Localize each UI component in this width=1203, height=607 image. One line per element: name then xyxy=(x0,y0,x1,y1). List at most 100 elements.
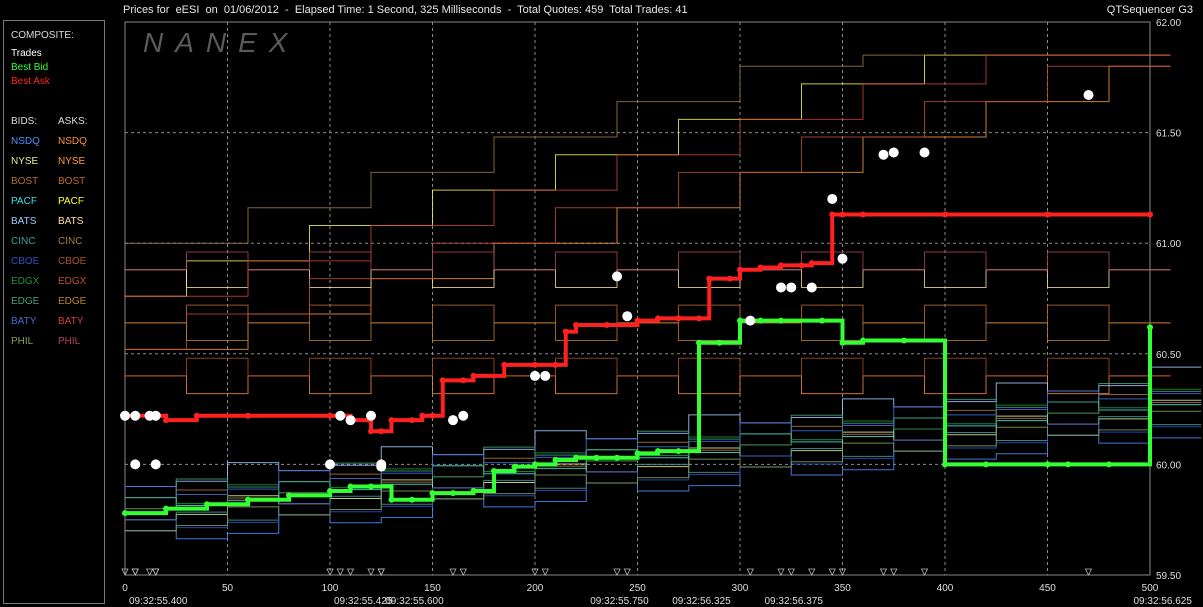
best-bid-point xyxy=(368,483,374,490)
best-ask-point xyxy=(942,211,948,218)
trade-point xyxy=(376,461,387,472)
trade-point xyxy=(919,147,930,158)
best-bid-point xyxy=(1044,461,1051,468)
best-ask-point xyxy=(419,412,426,419)
trade-point xyxy=(325,459,335,470)
best-bid-point xyxy=(634,450,641,457)
price-chart: NANEX 0 50 100 150 200 250 300 350 400 450 500 62.00… xyxy=(120,18,1202,607)
x-tick-label: 450 xyxy=(1039,583,1056,594)
trade-point xyxy=(612,271,622,282)
x-tick-label: 100 xyxy=(322,583,339,594)
best-ask-point xyxy=(829,211,836,218)
best-ask-point xyxy=(193,412,200,419)
best-ask-point xyxy=(409,417,415,424)
best-bid-point xyxy=(819,317,825,324)
best-ask-point xyxy=(1147,211,1153,218)
best-ask-point xyxy=(706,275,713,282)
best-ask-point xyxy=(603,322,610,329)
trade-point xyxy=(366,410,376,421)
best-ask-point xyxy=(327,412,333,419)
best-ask-point xyxy=(757,264,764,271)
best-bid-point xyxy=(696,339,702,346)
best-ask-point xyxy=(726,275,733,282)
x-tick-label: 300 xyxy=(732,583,749,594)
best-bid-point xyxy=(450,490,456,497)
best-ask-point xyxy=(737,266,743,273)
best-ask-point xyxy=(460,377,467,384)
best-ask-point xyxy=(808,260,815,267)
best-bid-point xyxy=(839,339,846,346)
best-ask-point xyxy=(245,412,251,419)
time-label: 09:32:55.750 xyxy=(590,596,649,607)
x-tick-label: 400 xyxy=(937,583,954,594)
trade-point xyxy=(1083,89,1094,100)
best-bid-point xyxy=(737,317,743,324)
best-bid-point xyxy=(470,487,477,494)
best-ask-point xyxy=(388,417,395,424)
best-bid-point xyxy=(388,496,395,503)
best-ask-point xyxy=(378,428,385,435)
trade-point xyxy=(345,415,356,426)
time-label: 09:32:55.425 xyxy=(334,596,393,607)
best-ask-point xyxy=(675,315,682,322)
best-ask-point xyxy=(439,377,446,384)
best-ask-point xyxy=(696,315,702,322)
y-tick-label: 59.50 xyxy=(1156,571,1181,582)
y-tick-label: 61.50 xyxy=(1156,129,1181,140)
best-bid-point xyxy=(532,461,538,468)
best-bid-point xyxy=(593,454,600,461)
y-tick-label: 60.00 xyxy=(1156,460,1181,471)
best-ask-point xyxy=(552,361,559,368)
trade-point xyxy=(150,410,161,421)
x-tick-label: 150 xyxy=(424,583,441,594)
best-ask-point xyxy=(655,315,661,322)
best-ask-point xyxy=(368,428,374,435)
y-tick-label: 62.00 xyxy=(1156,18,1181,29)
best-bid-point xyxy=(983,461,989,468)
trade-point xyxy=(878,149,889,160)
best-ask-point xyxy=(573,322,579,329)
best-bid-point xyxy=(901,337,907,344)
trade-point xyxy=(335,410,346,421)
best-bid-point xyxy=(942,461,948,468)
best-bid-point xyxy=(429,490,436,497)
best-bid-point xyxy=(614,454,620,461)
x-tick-label: 350 xyxy=(834,583,851,594)
best-ask-point xyxy=(860,211,866,218)
x-tick-label: 200 xyxy=(527,583,544,594)
best-bid-point xyxy=(778,317,784,324)
best-bid-point xyxy=(409,496,415,503)
best-bid-point xyxy=(1147,324,1153,331)
trade-point xyxy=(448,415,458,426)
trade-point xyxy=(837,253,848,264)
trade-point xyxy=(530,370,540,381)
trade-point xyxy=(540,370,551,381)
trade-point xyxy=(150,459,161,470)
best-ask-point xyxy=(532,361,538,368)
best-bid-point xyxy=(163,505,169,512)
best-ask-point xyxy=(839,211,846,218)
trade-point xyxy=(120,410,130,421)
best-ask-point xyxy=(778,262,784,269)
best-bid-point xyxy=(511,463,518,470)
best-bid-point xyxy=(573,454,579,461)
trade-point xyxy=(786,282,797,293)
best-bid-point xyxy=(716,339,723,346)
best-bid-point xyxy=(655,448,661,455)
best-ask-point xyxy=(634,317,641,324)
y-tick-label: 60.50 xyxy=(1156,350,1181,361)
trade-point xyxy=(806,282,817,293)
best-bid-point xyxy=(860,337,866,344)
trade-point xyxy=(776,282,786,293)
best-ask-point xyxy=(163,417,169,424)
best-bid-point xyxy=(1065,461,1071,468)
best-ask-point xyxy=(798,262,805,269)
best-bid-point xyxy=(757,317,764,324)
best-bid-point xyxy=(552,456,559,463)
trade-point xyxy=(827,193,838,204)
best-ask-point xyxy=(501,361,508,368)
best-bid-point xyxy=(347,483,354,490)
time-label: 09:32:56.625 xyxy=(1134,596,1193,607)
best-ask-point xyxy=(562,328,569,335)
best-bid-point xyxy=(1106,461,1112,468)
